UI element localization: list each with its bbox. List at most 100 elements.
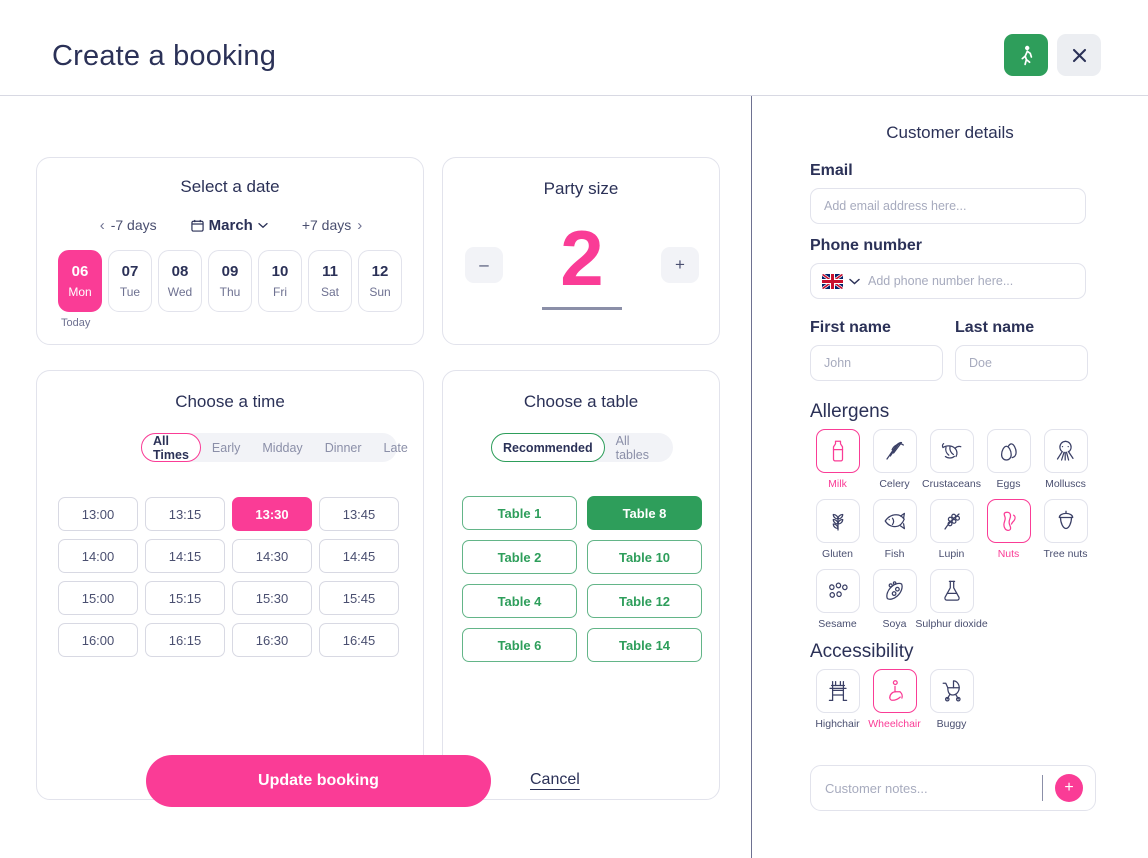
day-number: 08 xyxy=(171,263,189,280)
time-slot-option[interactable]: 13:00 xyxy=(58,497,138,531)
option-label: Gluten xyxy=(822,548,853,560)
option-label: Highchair xyxy=(815,718,860,730)
first-name-field[interactable] xyxy=(810,345,943,381)
day-option[interactable]: 11 Sat xyxy=(308,250,352,312)
table-option[interactable]: Table 4 xyxy=(462,584,577,618)
allergen-option[interactable]: Sulphur dioxide xyxy=(915,569,988,630)
accessibility-title: Accessibility xyxy=(810,641,914,662)
time-slot-option[interactable]: 14:15 xyxy=(145,539,225,573)
time-slot-option[interactable]: 14:45 xyxy=(319,539,399,573)
last-name-field[interactable] xyxy=(955,345,1088,381)
walk-in-button[interactable] xyxy=(1004,34,1048,76)
customer-notes-group: + xyxy=(810,765,1096,811)
chevron-right-icon[interactable]: › xyxy=(351,217,368,234)
day-option[interactable]: 10 Fri xyxy=(258,250,302,312)
day-option[interactable]: 06 Mon xyxy=(58,250,102,312)
allergen-option[interactable]: Sesame xyxy=(809,569,866,630)
allergen-grid: Milk Celery Crustaceans Eggs Molluscs Gluten F… xyxy=(809,429,1139,639)
party-size-underline xyxy=(542,306,622,310)
allergen-option[interactable]: Lupin xyxy=(923,499,980,560)
party-size-stepper: – 2 + xyxy=(443,210,721,320)
allergen-option[interactable]: Eggs xyxy=(980,429,1037,490)
option-label: Nuts xyxy=(997,548,1020,560)
celery-icon xyxy=(872,429,917,473)
time-slot-option[interactable]: 16:00 xyxy=(58,623,138,657)
time-slot-option[interactable]: 16:45 xyxy=(319,623,399,657)
filter-option[interactable]: Recommended xyxy=(491,433,605,462)
filter-option[interactable]: Late xyxy=(373,433,419,462)
table-option[interactable]: Table 1 xyxy=(462,496,577,530)
time-slot-option[interactable]: 15:30 xyxy=(232,581,312,615)
filter-option[interactable]: Midday xyxy=(251,433,313,462)
time-slot-grid: 13:00 13:15 13:30 13:45 14:00 14:15 14:30 14:45… xyxy=(58,497,404,657)
table-option[interactable]: Table 6 xyxy=(462,628,577,662)
filter-option[interactable]: All tables xyxy=(605,433,673,462)
email-field[interactable] xyxy=(810,188,1086,224)
allergen-option[interactable]: Celery xyxy=(866,429,923,490)
fish-icon xyxy=(872,499,917,543)
add-note-button[interactable]: + xyxy=(1055,774,1083,802)
prev-7-days-button[interactable]: -7 days xyxy=(111,217,157,233)
time-slot-option[interactable]: 14:30 xyxy=(232,539,312,573)
allergen-option[interactable]: Nuts xyxy=(980,499,1037,560)
customer-notes-field[interactable] xyxy=(811,766,1042,810)
accessibility-option[interactable]: Wheelchair xyxy=(866,669,923,730)
time-slot-option[interactable]: 15:00 xyxy=(58,581,138,615)
day-option[interactable]: 09 Thu xyxy=(208,250,252,312)
first-name-label: First name xyxy=(810,319,891,336)
uk-flag-icon[interactable] xyxy=(822,273,843,289)
table-option[interactable]: Table 14 xyxy=(587,628,702,662)
allergen-option[interactable]: Tree nuts xyxy=(1037,499,1094,560)
phone-field[interactable] xyxy=(868,264,1085,298)
party-size-value: 2 xyxy=(560,213,604,302)
day-weekday: Fri xyxy=(273,285,287,299)
chevron-down-icon xyxy=(258,222,268,229)
time-slot-option[interactable]: 15:15 xyxy=(145,581,225,615)
table-option[interactable]: Table 8 xyxy=(587,496,702,530)
option-label: Fish xyxy=(884,548,905,560)
day-option[interactable]: 08 Wed xyxy=(158,250,202,312)
table-option[interactable]: Table 2 xyxy=(462,540,577,574)
eggs-icon xyxy=(986,429,1031,473)
time-slot-option[interactable]: 13:45 xyxy=(319,497,399,531)
time-slot-option[interactable]: 16:15 xyxy=(145,623,225,657)
accessibility-option[interactable]: Highchair xyxy=(809,669,866,730)
buggy-icon xyxy=(929,669,974,713)
party-decrement-button[interactable]: – xyxy=(465,247,503,283)
table-option[interactable]: Table 12 xyxy=(587,584,702,618)
email-label: Email xyxy=(810,162,853,179)
accessibility-option[interactable]: Buggy xyxy=(923,669,980,730)
time-slot-option[interactable]: 13:30 xyxy=(232,497,312,531)
accessibility-grid: Highchair Wheelchair Buggy xyxy=(809,669,1139,739)
close-button[interactable] xyxy=(1057,34,1101,76)
cancel-link[interactable]: Cancel xyxy=(530,771,580,789)
filter-option[interactable]: All Times xyxy=(141,433,201,462)
milk-bottle-icon xyxy=(815,429,860,473)
allergen-option[interactable]: Molluscs xyxy=(1037,429,1094,490)
day-weekday: Sun xyxy=(369,285,391,299)
create-booking-modal: Create a booking Select a date ‹ -7 days… xyxy=(0,0,1148,858)
time-slot-option[interactable]: 13:15 xyxy=(145,497,225,531)
month-selector[interactable]: March xyxy=(190,217,268,234)
notes-separator xyxy=(1042,775,1043,801)
filter-option[interactable]: Dinner xyxy=(314,433,373,462)
table-option[interactable]: Table 10 xyxy=(587,540,702,574)
allergen-option[interactable]: Gluten xyxy=(809,499,866,560)
time-slot-option[interactable]: 15:45 xyxy=(319,581,399,615)
allergen-option[interactable]: Fish xyxy=(866,499,923,560)
update-booking-button[interactable]: Update booking xyxy=(146,755,491,807)
party-increment-button[interactable]: + xyxy=(661,247,699,283)
allergen-option[interactable]: Milk xyxy=(809,429,866,490)
time-slot-option[interactable]: 16:30 xyxy=(232,623,312,657)
chevron-left-icon[interactable]: ‹ xyxy=(94,217,111,234)
time-slot-option[interactable]: 14:00 xyxy=(58,539,138,573)
chevron-down-icon[interactable] xyxy=(849,278,860,285)
allergen-option[interactable]: Crustaceans xyxy=(922,429,981,490)
next-7-days-button[interactable]: +7 days xyxy=(302,217,351,233)
day-option[interactable]: 12 Sun xyxy=(358,250,402,312)
select-date-card: Select a date ‹ -7 days March +7 days › … xyxy=(36,157,424,345)
day-option[interactable]: 07 Tue xyxy=(108,250,152,312)
option-label: Molluscs xyxy=(1045,478,1086,490)
table-filter-group: Recommended All tables xyxy=(491,433,673,462)
filter-option[interactable]: Early xyxy=(201,433,251,462)
